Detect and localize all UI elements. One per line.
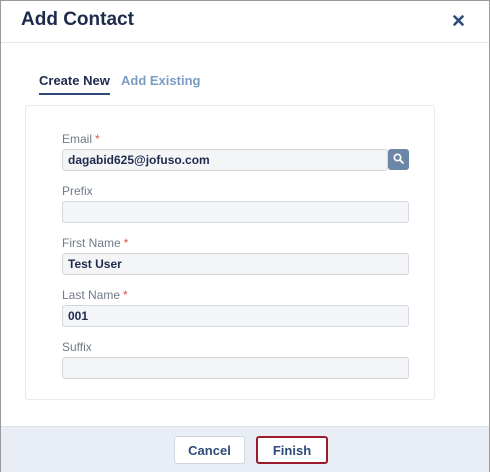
close-icon [452, 13, 464, 31]
dialog-title: Add Contact [21, 9, 134, 30]
suffix-label-text: Suffix [62, 340, 92, 354]
tab-create-new[interactable]: Create New [39, 73, 110, 88]
dialog-footer: Cancel Finish [1, 426, 489, 472]
prefix-label-text: Prefix [62, 184, 93, 198]
email-label-text: Email [62, 132, 93, 146]
add-contact-dialog: Add Contact Create New Add Existing Emai… [0, 0, 490, 472]
email-required-marker: * [95, 132, 100, 146]
suffix-input[interactable] [62, 357, 409, 379]
last-name-label-text: Last Name [62, 288, 121, 302]
first-name-required-marker: * [123, 236, 129, 250]
suffix-label: Suffix [62, 340, 92, 354]
email-label: Email * [62, 132, 100, 146]
cancel-button[interactable]: Cancel [174, 436, 245, 464]
dialog-header: Add Contact [1, 1, 489, 43]
email-input[interactable] [62, 149, 388, 171]
last-name-input[interactable] [62, 305, 409, 327]
finish-button[interactable]: Finish [256, 436, 328, 464]
first-name-input[interactable] [62, 253, 409, 275]
last-name-label: Last Name * [62, 288, 128, 302]
search-icon [393, 151, 404, 169]
first-name-label-text: First Name [62, 236, 121, 250]
close-button[interactable] [447, 11, 469, 33]
active-tab-indicator [39, 93, 110, 95]
first-name-label: First Name * [62, 236, 128, 250]
tab-add-existing[interactable]: Add Existing [121, 73, 200, 88]
prefix-label: Prefix [62, 184, 93, 198]
last-name-required-marker: * [123, 288, 128, 302]
prefix-input[interactable] [62, 201, 409, 223]
email-search-button[interactable] [388, 149, 409, 170]
